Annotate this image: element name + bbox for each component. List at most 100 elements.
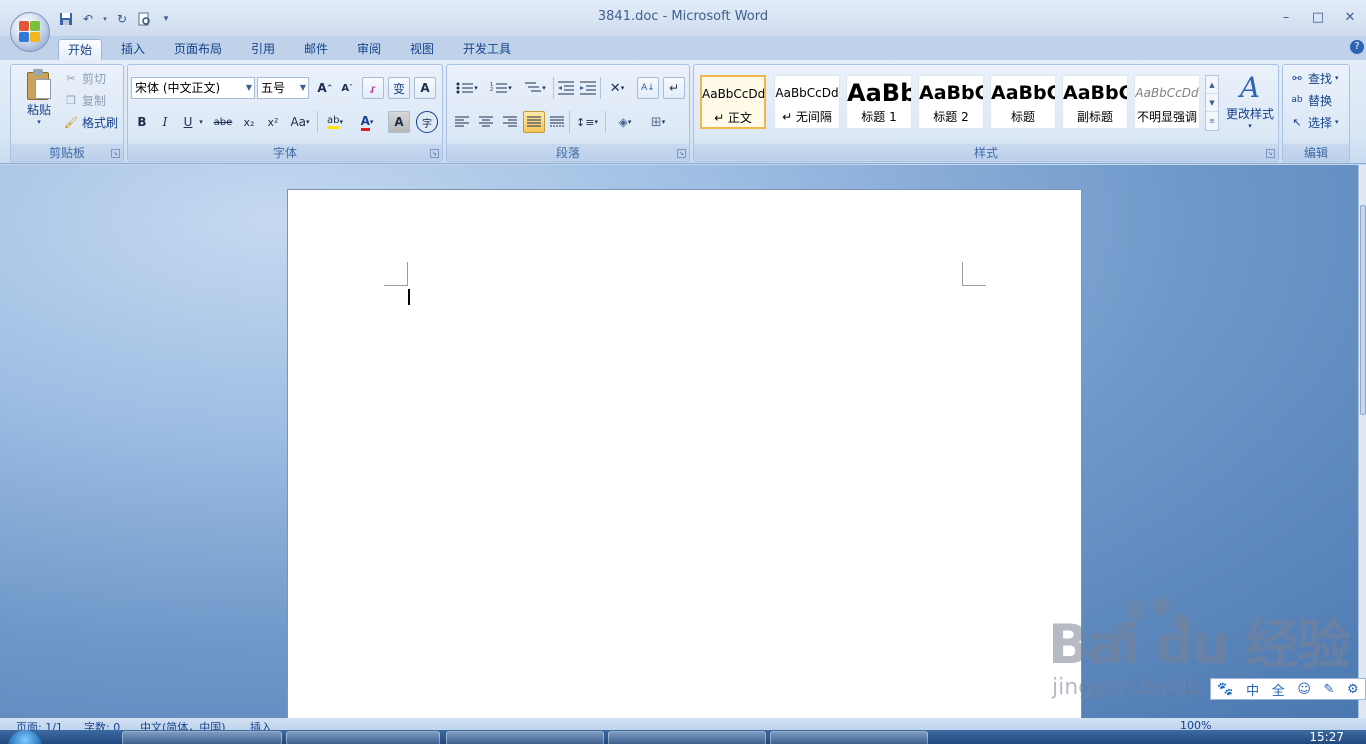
start-button[interactable] — [8, 730, 42, 744]
window-title: 3841.doc - Microsoft Word — [597, 9, 769, 24]
taskbar-clock[interactable]: 15:27 — [1309, 730, 1344, 744]
replace-button[interactable]: ab 替换 — [1289, 90, 1332, 110]
taskbar-item-word[interactable] — [770, 731, 928, 744]
tab-mailings[interactable]: 邮件 — [297, 39, 335, 60]
align-center-button[interactable] — [475, 111, 497, 133]
style-no-spacing[interactable]: AaBbCcDd ↵ 无间隔 — [774, 75, 840, 129]
underline-dropdown-icon[interactable]: ▾ — [196, 111, 206, 133]
style-normal[interactable]: AaBbCcDd ↵ 正文 — [700, 75, 766, 129]
borders-button[interactable]: ⊞ ▾ — [643, 111, 673, 133]
style-gallery-scroll[interactable]: ▲ ▼ ≡ — [1205, 75, 1219, 131]
tab-insert[interactable]: 插入 — [114, 39, 152, 60]
align-right-icon — [503, 116, 517, 127]
tab-view[interactable]: 视图 — [403, 39, 441, 60]
grow-font-button[interactable]: A ^ — [314, 77, 336, 99]
ime-fullwidth-mode[interactable]: 全 — [1272, 680, 1285, 699]
style-heading-1[interactable]: AaBb 标题 1 — [846, 75, 912, 129]
line-spacing-button[interactable]: ↕≡ ▾ — [571, 111, 603, 133]
paste-icon — [25, 69, 53, 101]
tab-review[interactable]: 审阅 — [350, 39, 388, 60]
align-left-button[interactable] — [451, 111, 473, 133]
ime-emoji-icon[interactable]: ☺ — [1297, 682, 1311, 697]
scroll-up-icon[interactable]: ▲ — [1206, 76, 1218, 94]
styles-group-label: 样式 — [694, 144, 1278, 160]
taskbar-item-media[interactable] — [608, 731, 766, 744]
style-subtle-emphasis[interactable]: AaBbCcDd 不明显强调 — [1134, 75, 1200, 129]
enclose-characters-button[interactable]: 字 — [416, 111, 438, 133]
tab-references[interactable]: 引用 — [244, 39, 282, 60]
font-name-combo[interactable]: 宋体 (中文正文) ▼ — [131, 77, 255, 99]
superscript-button[interactable]: x² — [262, 111, 284, 133]
paste-button[interactable]: 粘贴 ▾ — [19, 69, 59, 137]
help-icon[interactable]: ? — [1350, 40, 1364, 54]
align-left-icon — [455, 116, 469, 127]
bold-button[interactable]: B — [131, 111, 153, 133]
font-size-combo[interactable]: 五号 ▼ — [257, 77, 309, 99]
scroll-down-icon[interactable]: ▼ — [1206, 94, 1218, 112]
document-page[interactable] — [287, 189, 1082, 718]
tab-developer[interactable]: 开发工具 — [456, 39, 518, 60]
font-dialog-launcher[interactable]: ↘ — [430, 149, 439, 158]
italic-button[interactable]: I — [154, 111, 176, 133]
decrease-indent-button[interactable] — [555, 77, 577, 99]
cut-button[interactable]: ✂ 剪切 — [63, 68, 106, 88]
tab-page-layout[interactable]: 页面布局 — [166, 39, 230, 60]
sort-button[interactable]: A↓ — [637, 77, 659, 99]
style-subtitle[interactable]: AaBbC 副标题 — [1062, 75, 1128, 129]
character-shading-button[interactable]: A — [388, 111, 410, 133]
character-border-button[interactable]: A — [414, 77, 436, 99]
change-case-button[interactable]: Aa ▾ — [286, 111, 314, 133]
clear-format-button[interactable]: ꭉ — [362, 77, 384, 99]
ribbon-tabs: 开始 插入 页面布局 引用 邮件 审阅 视图 开发工具 — [0, 36, 1366, 60]
style-sample: AaBbCcDd — [702, 87, 764, 101]
maximize-button[interactable]: □ — [1302, 8, 1334, 28]
ribbon: 粘贴 ▾ ✂ 剪切 ❐ 复制 🖌 格式刷 剪贴板 ↘ 宋体 (中文正文) ▼ 五… — [0, 60, 1366, 164]
taskbar-item-explorer[interactable] — [286, 731, 440, 744]
vertical-scrollbar[interactable] — [1358, 165, 1366, 718]
shrink-font-button[interactable]: Aˇ — [336, 77, 358, 99]
justify-button[interactable] — [523, 111, 545, 133]
chinese-layout-button[interactable]: ✕ ▾ — [602, 77, 632, 99]
distributed-button[interactable] — [546, 111, 568, 133]
superscript-icon: x² — [267, 115, 279, 129]
ime-chinese-mode[interactable]: 中 — [1246, 680, 1259, 699]
numbering-button[interactable]: 1 2 ▾ — [485, 77, 517, 99]
align-right-button[interactable] — [499, 111, 521, 133]
style-heading-2[interactable]: AaBbC 标题 2 — [918, 75, 984, 129]
increase-indent-button[interactable] — [577, 77, 599, 99]
select-button[interactable]: ↖ 选择 ▾ — [1289, 112, 1338, 132]
tab-home[interactable]: 开始 — [58, 39, 102, 60]
ime-paw-icon[interactable]: 🐾 — [1217, 682, 1233, 697]
gallery-more-icon[interactable]: ≡ — [1206, 112, 1218, 130]
show-marks-button[interactable]: ↵ — [663, 77, 685, 99]
phonetic-guide-button[interactable]: 变 — [388, 77, 410, 99]
close-button[interactable]: ✕ — [1334, 8, 1366, 28]
change-styles-button[interactable]: A 更改样式 ▾ — [1224, 71, 1276, 130]
shading-button[interactable]: ◈ ▾ — [609, 111, 641, 133]
title-bar: ↶ ▾ ↻ ▾ 3841.doc - Microsoft Word – □ ✕ — [0, 0, 1366, 36]
styles-dialog-launcher[interactable]: ↘ — [1266, 149, 1275, 158]
multilevel-list-button[interactable]: ▾ — [519, 77, 551, 99]
find-button[interactable]: ⚯ 查找 ▾ — [1289, 68, 1338, 88]
clipboard-dialog-launcher[interactable]: ↘ — [111, 149, 120, 158]
taskbar-item-browser[interactable] — [122, 731, 282, 744]
paragraph-dialog-launcher[interactable]: ↘ — [677, 149, 686, 158]
taskbar-item-app[interactable] — [446, 731, 604, 744]
highlight-button[interactable]: ab ▾ — [320, 111, 350, 133]
copy-button[interactable]: ❐ 复制 — [63, 90, 106, 110]
bullets-button[interactable]: ▾ — [451, 77, 483, 99]
editing-group-label: 编辑 — [1283, 144, 1349, 160]
style-name: 标题 2 — [933, 110, 969, 124]
format-painter-button[interactable]: 🖌 格式刷 — [63, 112, 118, 132]
change-styles-dropdown-icon: ▾ — [1248, 122, 1252, 130]
ime-handwrite-icon[interactable]: ✎ — [1324, 682, 1335, 697]
office-button[interactable] — [10, 12, 50, 52]
font-color-button[interactable]: A ▾ — [352, 111, 382, 133]
character-border-icon: A — [420, 81, 430, 95]
strikethrough-button[interactable]: abe — [212, 111, 234, 133]
ime-settings-icon[interactable]: ⚙ — [1347, 682, 1359, 697]
subscript-button[interactable]: x₂ — [238, 111, 260, 133]
scrollbar-thumb[interactable] — [1360, 205, 1366, 415]
minimize-button[interactable]: – — [1270, 8, 1302, 28]
style-title[interactable]: AaBbC 标题 — [990, 75, 1056, 129]
